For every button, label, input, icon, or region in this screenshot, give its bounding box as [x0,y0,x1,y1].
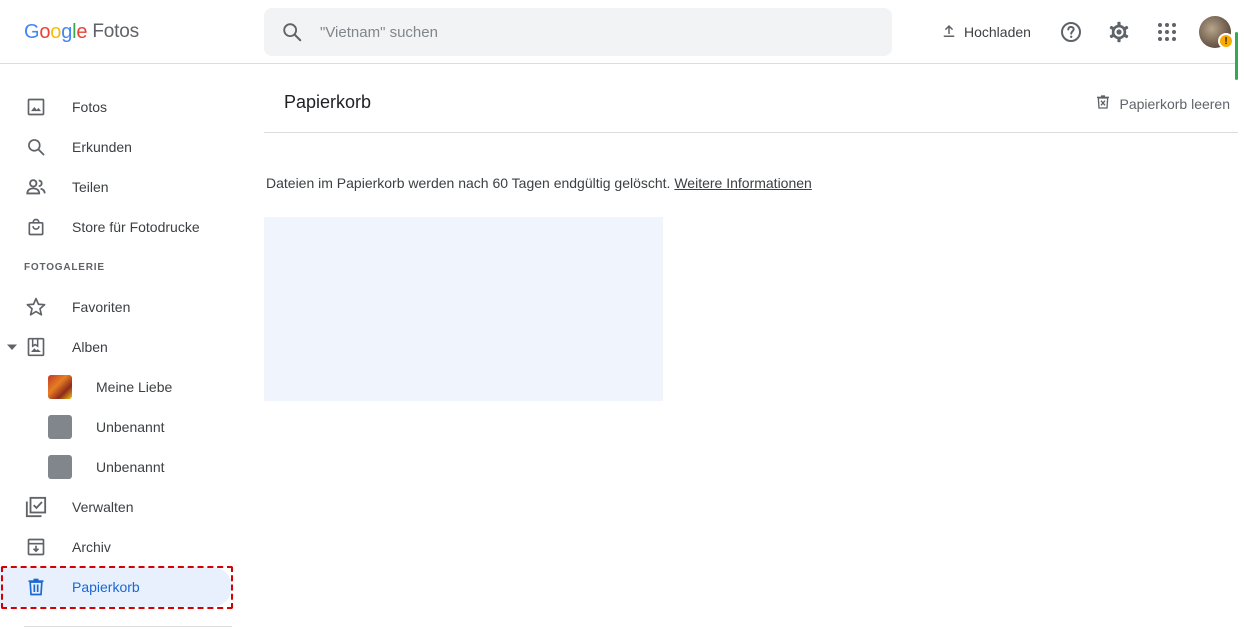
sidebar-item-teilen[interactable]: Teilen [0,167,232,207]
section-label-fotogalerie: FOTOGALERIE [24,262,105,273]
product-name: Fotos [92,21,139,42]
trash-info-text: Dateien im Papierkorb werden nach 60 Tag… [266,175,812,191]
sidebar-item-erkunden[interactable]: Erkunden [0,127,232,167]
album-item[interactable]: Unbenannt [0,407,232,447]
logo-letter: g [61,20,73,43]
empty-content-placeholder [264,217,663,401]
sidebar-item-favoriten[interactable]: Favoriten [0,287,232,327]
logo-letter: e [76,20,88,43]
upload-button[interactable]: Hochladen [940,16,1031,48]
sidebar-divider [24,626,232,627]
album-thumbnail [48,415,72,439]
title-divider [264,132,1238,133]
archive-icon [24,535,48,559]
sidebar-item-label: Archiv [72,539,111,555]
sidebar-item-label: Store für Fotodrucke [72,219,200,235]
sidebar-item-papierkorb[interactable]: Papierkorb [0,567,232,607]
help-icon[interactable] [1055,16,1087,48]
google-photos-logo[interactable]: Google Fotos [24,18,139,46]
shopping-bag-icon [24,215,48,239]
top-bar: Google Fotos "Vietnam" suchen Hochladen … [0,0,1238,80]
album-thumbnail [48,455,72,479]
sidebar: Fotos Erkunden Teilen Store für Fotodruc… [0,64,240,629]
upload-label: Hochladen [964,24,1031,40]
album-label: Meine Liebe [96,379,173,395]
caret-down-icon[interactable] [6,341,18,353]
logo-letter: G [24,20,40,43]
apps-grid-icon[interactable] [1151,16,1183,48]
search-icon [24,135,48,159]
sidebar-item-label: Alben [72,339,108,355]
album-thumbnail [48,375,72,399]
search-bar[interactable]: "Vietnam" suchen [264,8,892,56]
empty-trash-button[interactable]: Papierkorb leeren [1095,94,1230,113]
sidebar-item-fotos[interactable]: Fotos [0,87,232,127]
empty-trash-label: Papierkorb leeren [1119,95,1230,112]
sidebar-item-alben[interactable]: Alben [0,327,232,367]
manage-icon [24,495,48,519]
sidebar-item-label: Verwalten [72,499,134,515]
sidebar-item-label: Favoriten [72,299,131,315]
photo-icon [24,95,48,119]
upload-icon [940,22,958,43]
album-label: Unbenannt [96,419,165,435]
album-label: Unbenannt [96,459,165,475]
logo-letter: o [50,20,62,43]
trash-icon [24,575,48,599]
page-title: Papierkorb [284,92,372,112]
main-content: Papierkorb Papierkorb leeren Dateien im … [264,64,1238,629]
star-icon [24,295,48,319]
sidebar-item-label: Teilen [72,179,109,195]
more-info-link[interactable]: Weitere Informationen [674,175,811,191]
search-icon[interactable] [264,21,320,43]
info-message: Dateien im Papierkorb werden nach 60 Tag… [266,175,671,191]
sidebar-item-label: Erkunden [72,139,132,155]
people-icon [24,175,48,199]
sidebar-item-label: Fotos [72,99,108,115]
sidebar-item-archiv[interactable]: Archiv [0,527,232,567]
album-item[interactable]: Meine Liebe [0,367,232,407]
account-warning-badge: ! [1218,33,1234,49]
logo-letter: o [39,20,51,43]
sidebar-item-label: Papierkorb [72,579,140,595]
album-icon [24,335,48,359]
sidebar-item-store[interactable]: Store für Fotodrucke [0,207,232,247]
trash-delete-icon [1095,94,1111,113]
sidebar-item-verwalten[interactable]: Verwalten [0,487,232,527]
search-input[interactable]: "Vietnam" suchen [320,24,438,41]
settings-gear-icon[interactable] [1103,16,1135,48]
album-item[interactable]: Unbenannt [0,447,232,487]
